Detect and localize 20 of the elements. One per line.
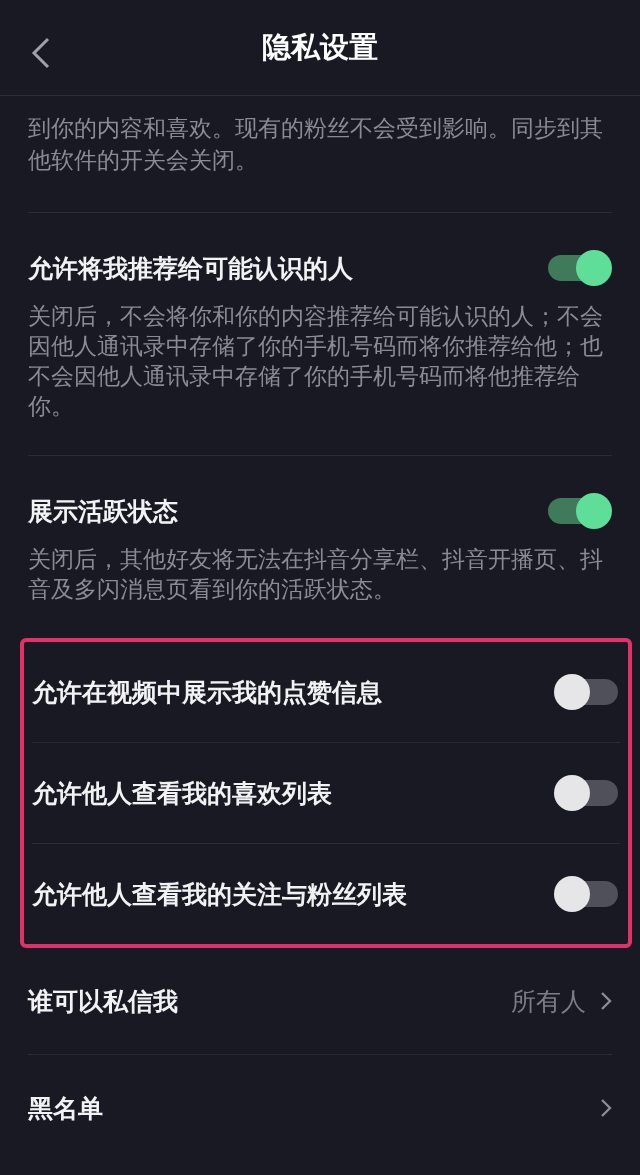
setting-label: 允许他人查看我的喜欢列表 [32, 777, 332, 810]
setting-label: 允许将我推荐给可能认识的人 [28, 252, 353, 285]
toggle-switch[interactable] [554, 876, 620, 912]
description-text: 关闭后，不会将你和你的内容推荐给可能认识的人；不会因他人通讯录中存储了你的手机号码而将你推荐给他；也不会因他人通讯录中存储了你的手机号码而将他推荐给你。 [28, 302, 604, 421]
toggle-switch[interactable] [554, 674, 620, 710]
setting-label: 展示活跃状态 [28, 495, 178, 528]
chevron-right-icon [600, 1098, 612, 1118]
toggle-switch[interactable] [546, 250, 612, 286]
description-text: 到你的内容和喜欢。现有的粉丝不会受到影响。同步到其他软件的开关会关闭。 [27, 114, 604, 175]
back-icon[interactable] [30, 36, 52, 70]
toggle-switch[interactable] [546, 493, 612, 529]
setting-label[interactable]: 谁可以私信我 [28, 984, 178, 1018]
chevron-right-icon [600, 991, 612, 1011]
setting-label[interactable]: 黑名单 [28, 1091, 103, 1125]
description-text: 关闭后，其他好友将无法在抖音分享栏、抖音开播页、抖音及多闪消息页看到你的活跃状态。 [28, 545, 604, 604]
setting-value: 所有人 [511, 985, 586, 1018]
setting-label: 允许在视频中展示我的点赞信息 [32, 676, 382, 709]
toggle-switch[interactable] [554, 775, 620, 811]
page-title: 隐私设置 [262, 28, 378, 66]
setting-label: 允许他人查看我的关注与粉丝列表 [32, 878, 407, 911]
